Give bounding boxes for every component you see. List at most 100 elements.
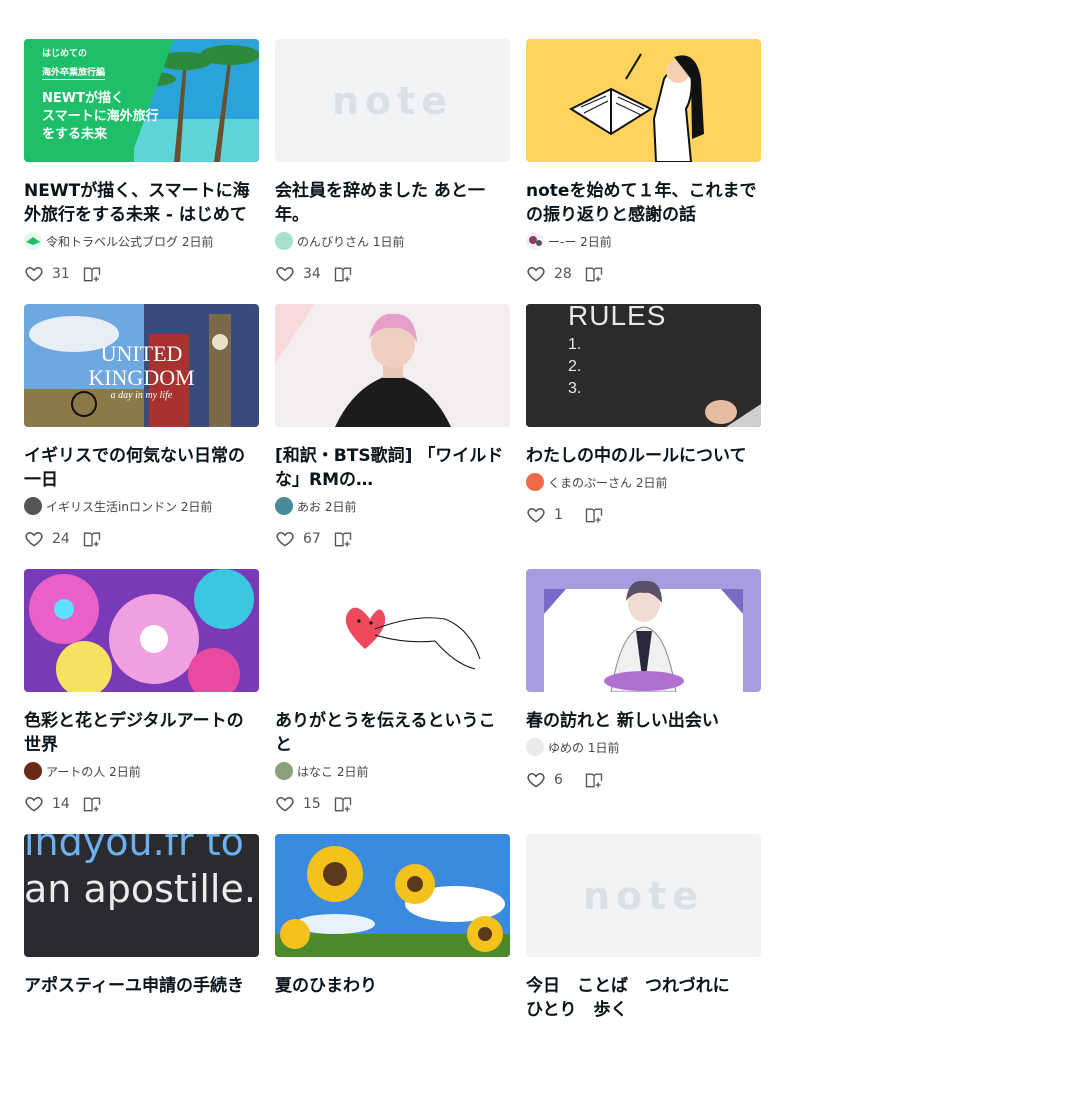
- add-to-magazine-button[interactable]: [584, 770, 604, 790]
- card-thumbnail[interactable]: note: [275, 39, 510, 162]
- creator-avatar[interactable]: [275, 762, 293, 780]
- thumb-caption: 3.: [568, 380, 582, 397]
- creator-name[interactable]: のんびりさん: [297, 233, 369, 250]
- card-title[interactable]: 今日 ことば つれづれに ひとり 歩く: [526, 974, 761, 1022]
- card-actions: 34: [275, 262, 510, 286]
- creator-avatar[interactable]: [24, 497, 42, 515]
- add-to-magazine-button[interactable]: [333, 529, 353, 549]
- creator-avatar[interactable]: [526, 232, 544, 250]
- card-thumbnail[interactable]: はじめての 海外卒業旅行編 NEWTが描く スマートに海外旅行 をする未来: [24, 39, 259, 162]
- heart-outline-icon: [25, 531, 43, 547]
- card-actions: 24: [24, 527, 259, 551]
- add-to-magazine-button[interactable]: [584, 505, 604, 525]
- like-button[interactable]: 14: [24, 794, 76, 814]
- card-thumbnail[interactable]: indyou.fr to an apostille.: [24, 834, 259, 957]
- creator-avatar[interactable]: [526, 738, 544, 756]
- card-meta: アートの人 2日前: [24, 762, 259, 780]
- note-card[interactable]: 春の訪れと 新しい出会い ゆめの 1日前 6: [526, 569, 761, 834]
- card-title[interactable]: noteを始めて１年、これまでの振り返りと感謝の話: [526, 179, 761, 227]
- post-time: 2日前: [635, 475, 668, 490]
- card-meta: イギリス生活inロンドン 2日前: [24, 497, 259, 515]
- thumb-caption: RULES: [568, 304, 667, 331]
- magazine-add-icon: [334, 797, 352, 812]
- card-meta: 令和トラベル公式ブログ 2日前: [24, 232, 259, 250]
- note-card[interactable]: indyou.fr to an apostille. アポスティーユ申請の手続き: [24, 834, 259, 1099]
- add-to-magazine-button[interactable]: [584, 264, 604, 284]
- creator-name[interactable]: アートの人: [46, 763, 105, 780]
- note-card[interactable]: ありがとうを伝えるということ はなこ 2日前 15: [275, 569, 510, 834]
- creator-avatar[interactable]: [526, 473, 544, 491]
- note-card-grid: はじめての 海外卒業旅行編 NEWTが描く スマートに海外旅行 をする未来 NE…: [24, 39, 761, 1099]
- add-to-magazine-button[interactable]: [333, 264, 353, 284]
- card-thumbnail[interactable]: [24, 569, 259, 692]
- creator-name[interactable]: あお: [297, 498, 321, 515]
- card-title[interactable]: [和訳・BTS歌詞] 「ワイルドな」RMの…: [275, 444, 510, 492]
- creator-name[interactable]: イギリス生活inロンドン: [46, 498, 177, 515]
- heart-outline-icon: [25, 796, 43, 812]
- note-card[interactable]: UNITED KINGDOM a day in my life イギリスでの何気…: [24, 304, 259, 569]
- creator-name[interactable]: ゆめの: [548, 739, 584, 756]
- thumb-caption: をする未来: [42, 127, 108, 142]
- thumb-caption: indyou.fr to: [24, 834, 244, 864]
- like-button[interactable]: 24: [24, 529, 76, 549]
- creator-name[interactable]: 令和トラベル公式ブログ: [46, 233, 178, 250]
- thumb-caption: a day in my life: [110, 390, 173, 401]
- card-actions: 67: [275, 527, 510, 551]
- card-title[interactable]: NEWTが描く、スマートに海外旅行をする未来 - はじめての海外卒業旅行編: [24, 179, 259, 227]
- note-card[interactable]: 夏のひまわり: [275, 834, 510, 1099]
- card-actions: 31: [24, 262, 259, 286]
- creator-name[interactable]: ー-ー: [548, 233, 576, 250]
- creator-avatar[interactable]: [24, 232, 42, 250]
- like-button[interactable]: 6: [526, 770, 578, 790]
- like-button[interactable]: 1: [526, 505, 578, 525]
- like-count: 24: [52, 531, 70, 547]
- add-to-magazine-button[interactable]: [82, 264, 102, 284]
- card-actions: 28: [526, 262, 761, 286]
- note-card[interactable]: RULES 1. 2. 3. わたしの中のルールについて くまのぷーさん 2日前…: [526, 304, 761, 569]
- like-button[interactable]: 15: [275, 794, 327, 814]
- creator-avatar[interactable]: [24, 762, 42, 780]
- card-title[interactable]: 春の訪れと 新しい出会い: [526, 709, 761, 733]
- card-title[interactable]: 夏のひまわり: [275, 974, 510, 998]
- magazine-add-icon: [585, 773, 603, 788]
- magazine-add-icon: [83, 797, 101, 812]
- creator-avatar[interactable]: [275, 497, 293, 515]
- note-card[interactable]: note 今日 ことば つれづれに ひとり 歩く: [526, 834, 761, 1099]
- card-title[interactable]: イギリスでの何気ない日常の一日: [24, 444, 259, 492]
- add-to-magazine-button[interactable]: [333, 794, 353, 814]
- creator-name[interactable]: はなこ: [297, 763, 333, 780]
- card-title[interactable]: ありがとうを伝えるということ: [275, 709, 510, 757]
- add-to-magazine-button[interactable]: [82, 794, 102, 814]
- card-thumbnail[interactable]: note: [526, 834, 761, 957]
- like-button[interactable]: 67: [275, 529, 327, 549]
- creator-avatar[interactable]: [275, 232, 293, 250]
- card-thumbnail[interactable]: [526, 569, 761, 692]
- like-count: 6: [554, 772, 563, 788]
- card-title[interactable]: アポスティーユ申請の手続き: [24, 974, 259, 998]
- card-thumbnail[interactable]: [275, 304, 510, 427]
- thumb-caption: UNITED: [100, 341, 183, 366]
- card-thumbnail[interactable]: UNITED KINGDOM a day in my life: [24, 304, 259, 427]
- like-button[interactable]: 31: [24, 264, 76, 284]
- card-title[interactable]: 会社員を辞めました あと一年。: [275, 179, 510, 227]
- card-meta: くまのぷーさん 2日前: [526, 473, 761, 491]
- card-thumbnail[interactable]: [275, 569, 510, 692]
- thumb-caption: スマートに海外旅行: [42, 109, 159, 124]
- like-button[interactable]: 34: [275, 264, 327, 284]
- card-title[interactable]: わたしの中のルールについて: [526, 444, 761, 468]
- card-thumbnail[interactable]: RULES 1. 2. 3.: [526, 304, 761, 427]
- card-thumbnail[interactable]: [526, 39, 761, 162]
- note-card[interactable]: note 会社員を辞めました あと一年。 のんびりさん 1日前 34: [275, 39, 510, 304]
- card-title[interactable]: 色彩と花とデジタルアートの世界: [24, 709, 259, 757]
- add-to-magazine-button[interactable]: [82, 529, 102, 549]
- like-count: 28: [554, 266, 572, 282]
- post-time: 1日前: [372, 234, 405, 249]
- card-thumbnail[interactable]: [275, 834, 510, 957]
- note-card[interactable]: noteを始めて１年、これまでの振り返りと感謝の話 ー-ー 2日前 28: [526, 39, 761, 304]
- note-card[interactable]: はじめての 海外卒業旅行編 NEWTが描く スマートに海外旅行 をする未来 NE…: [24, 39, 259, 304]
- note-card[interactable]: [和訳・BTS歌詞] 「ワイルドな」RMの… あお 2日前 67: [275, 304, 510, 569]
- like-button[interactable]: 28: [526, 264, 578, 284]
- card-actions: 1: [526, 503, 761, 527]
- note-card[interactable]: 色彩と花とデジタルアートの世界 アートの人 2日前 14: [24, 569, 259, 834]
- creator-name[interactable]: くまのぷーさん: [548, 474, 632, 491]
